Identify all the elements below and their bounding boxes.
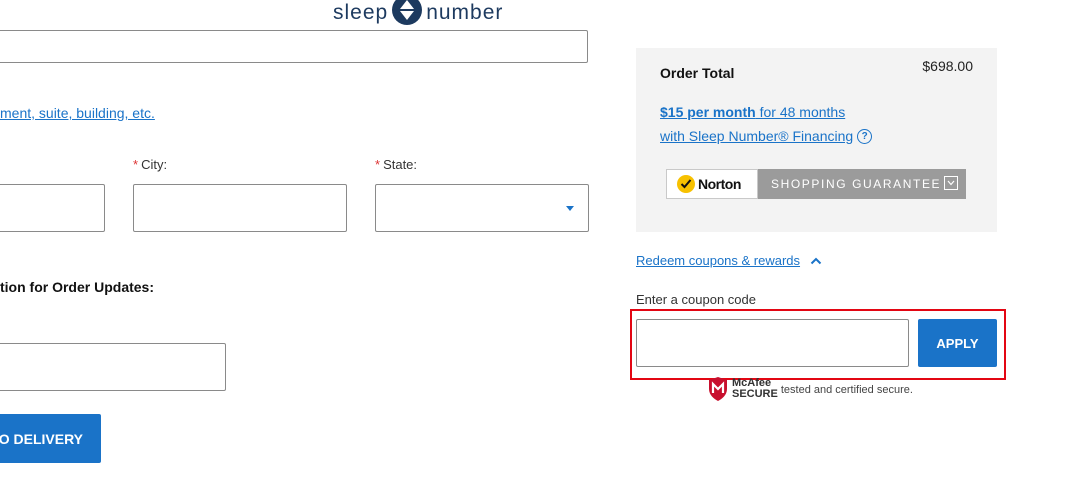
coupon-code-label: Enter a coupon code bbox=[636, 292, 756, 307]
zip-input[interactable] bbox=[0, 184, 105, 232]
required-mark: * bbox=[133, 157, 139, 172]
logo-text-sleep: sleep bbox=[333, 1, 389, 24]
apply-coupon-button[interactable]: APPLY bbox=[918, 319, 997, 367]
norton-guarantee-badge[interactable]: Norton SHOPPING GUARANTEE bbox=[666, 169, 966, 199]
city-label: * City: bbox=[133, 157, 168, 172]
order-total-value: $698.00 bbox=[922, 58, 973, 74]
sleep-number-logo[interactable]: sleep number bbox=[333, 0, 503, 26]
help-icon[interactable]: ? bbox=[857, 128, 873, 144]
redeem-coupons-label: Redeem coupons & rewards bbox=[636, 253, 801, 268]
financing-link[interactable]: $15 per month for 48 months bbox=[660, 104, 845, 120]
chevron-down-icon[interactable] bbox=[944, 176, 958, 190]
coupon-code-input[interactable] bbox=[636, 319, 909, 367]
mcafee-caption: tested and certified secure. bbox=[780, 384, 913, 396]
order-summary-panel: Order Total $698.00 $15 per month for 48… bbox=[636, 48, 997, 232]
phone-input[interactable] bbox=[0, 343, 226, 391]
required-mark: * bbox=[375, 157, 381, 172]
city-input[interactable] bbox=[133, 184, 347, 232]
chevron-down-icon bbox=[566, 206, 574, 211]
mcafee-line2: SECURE bbox=[732, 388, 778, 400]
chevron-up-icon bbox=[810, 257, 822, 264]
sleep-number-logo-icon bbox=[392, 0, 423, 25]
norton-check-icon bbox=[677, 175, 695, 193]
order-updates-heading: tion for Order Updates: bbox=[0, 279, 155, 295]
norton-guarantee-bar: SHOPPING GUARANTEE bbox=[758, 169, 966, 199]
financing-term: for 48 months bbox=[755, 104, 846, 120]
state-select[interactable] bbox=[375, 184, 589, 232]
norton-logo: Norton bbox=[666, 169, 758, 199]
redeem-coupons-toggle[interactable]: Redeem coupons & rewards bbox=[636, 253, 822, 268]
mcafee-shield-icon bbox=[709, 377, 727, 401]
financing-line2: with Sleep Number® Financing bbox=[660, 128, 854, 144]
norton-brand: Norton bbox=[698, 176, 741, 192]
state-label: * State: bbox=[375, 157, 418, 172]
order-total-label: Order Total bbox=[660, 65, 735, 81]
mcafee-wordmark: McAfee SECURE bbox=[732, 378, 778, 400]
financing-details-link[interactable]: with Sleep Number® Financing ? bbox=[660, 128, 873, 144]
continue-to-delivery-button[interactable]: O DELIVERY bbox=[0, 414, 101, 463]
mcafee-secure-badge[interactable]: McAfee SECURE tested and certified secur… bbox=[707, 376, 913, 402]
financing-amount: $15 per month bbox=[660, 104, 756, 120]
logo-text-number: number bbox=[426, 1, 504, 24]
norton-guarantee-text: SHOPPING GUARANTEE bbox=[771, 177, 942, 191]
address-line1-input[interactable] bbox=[0, 30, 588, 63]
add-address-line2-link[interactable]: ment, suite, building, etc. bbox=[0, 105, 155, 121]
